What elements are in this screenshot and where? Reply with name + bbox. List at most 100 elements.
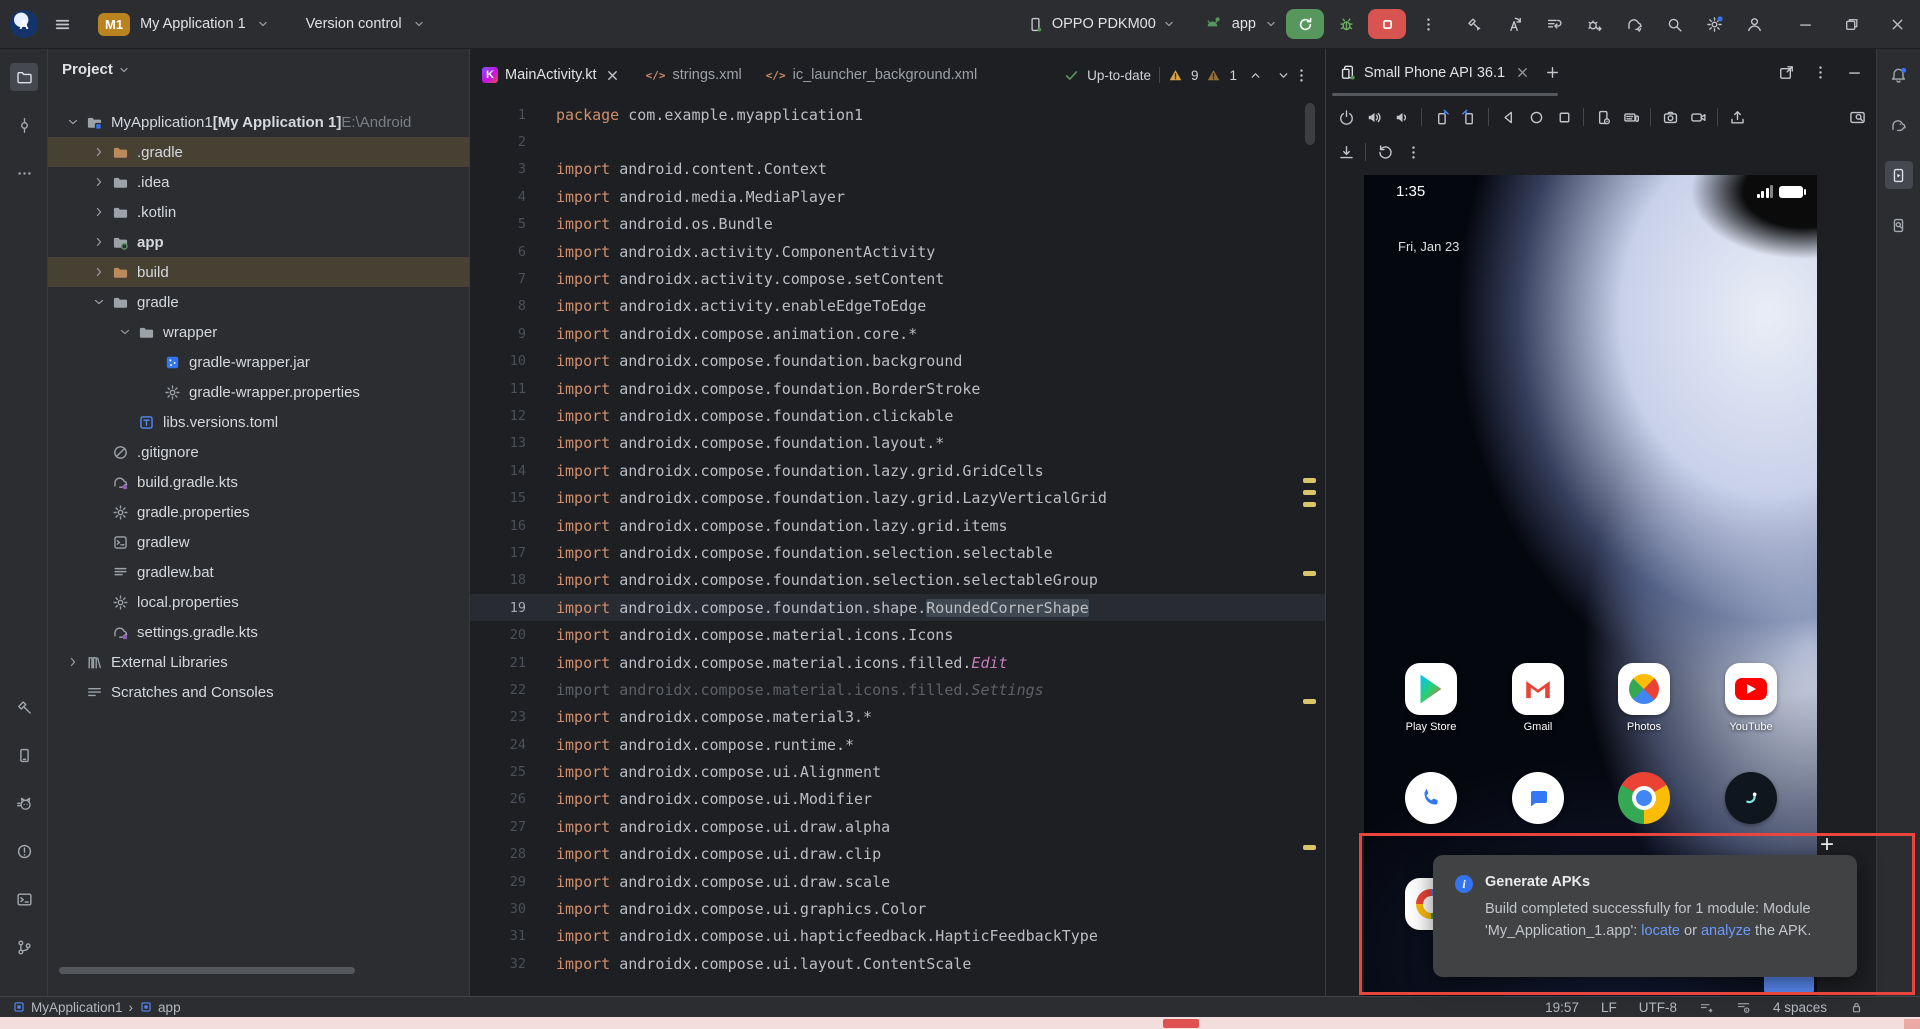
open-in-window-icon[interactable] <box>1772 59 1800 87</box>
notifications-icon[interactable] <box>1885 61 1913 89</box>
code-line[interactable]: 25 import androidx.compose.ui.Alignment <box>470 758 1325 785</box>
search-everywhere-icon[interactable] <box>1660 10 1688 38</box>
code-line[interactable]: 4 import android.media.MediaPlayer <box>470 183 1325 210</box>
add-device-tab-icon[interactable] <box>1538 59 1566 87</box>
version-control-icon[interactable] <box>10 933 38 961</box>
hardware-input-icon[interactable] <box>1617 103 1645 131</box>
volume-up-icon[interactable] <box>1360 103 1388 131</box>
code-line[interactable]: 31 import androidx.compose.ui.hapticfeedb… <box>470 923 1325 950</box>
tree-row[interactable]: .gitignore <box>48 437 469 467</box>
code-line[interactable]: 20 import androidx.compose.material.icons… <box>470 621 1325 648</box>
device-tab[interactable]: Small Phone API 36.1 <box>1334 59 1538 87</box>
code-line[interactable]: 11 import androidx.compose.foundation.Bor… <box>470 375 1325 402</box>
device-settings-icon[interactable] <box>1589 103 1617 131</box>
readonly-icon[interactable] <box>1849 1000 1864 1015</box>
tree-row[interactable]: local.properties <box>48 587 469 617</box>
code-line[interactable]: 28 import androidx.compose.ui.draw.clip <box>470 841 1325 868</box>
code-line[interactable]: 5 import android.os.Bundle <box>470 211 1325 238</box>
gradle-sync-icon[interactable] <box>1620 10 1648 38</box>
editor-tab[interactable]: </> strings.xml <box>634 49 754 101</box>
editor-tab[interactable]: </> ic_launcher_background.xml <box>754 49 989 101</box>
tree-chevron-icon[interactable] <box>62 651 84 673</box>
editor-scrollbar-thumb[interactable] <box>1305 103 1315 145</box>
more-kebab-icon[interactable] <box>1399 138 1427 166</box>
screenshot-icon[interactable] <box>1656 103 1684 131</box>
home-icon[interactable] <box>1522 103 1550 131</box>
code-line[interactable]: 1 package com.example.myapplication1 <box>470 101 1325 128</box>
rerun-button[interactable] <box>1286 9 1324 39</box>
warning-stripe-mark[interactable] <box>1303 845 1316 850</box>
apply-changes-icon[interactable] <box>1500 10 1528 38</box>
minimize-icon[interactable] <box>1782 4 1828 44</box>
code-line[interactable]: 21 import androidx.compose.material.icons… <box>470 649 1325 676</box>
tab-scrollbar[interactable] <box>1332 93 1558 96</box>
tree-chevron-icon[interactable] <box>114 321 136 343</box>
messages-app-icon[interactable] <box>1512 772 1564 824</box>
code-line[interactable]: 27 import androidx.compose.ui.draw.alpha <box>470 813 1325 840</box>
youtube-icon[interactable]: YouTube <box>1725 663 1777 733</box>
tree-row[interactable]: wrapper <box>48 317 469 347</box>
back-icon[interactable] <box>1494 103 1522 131</box>
tree-chevron-icon[interactable] <box>88 141 110 163</box>
build-run-icon[interactable] <box>1460 10 1488 38</box>
code-line[interactable]: 12 import androidx.compose.foundation.cli… <box>470 402 1325 429</box>
hide-panel-icon[interactable] <box>1840 59 1868 87</box>
warning-stripe-mark[interactable] <box>1303 478 1316 483</box>
tree-row[interactable]: settings.gradle.kts <box>48 617 469 647</box>
settings-icon[interactable] <box>1700 10 1728 38</box>
main-menu-icon[interactable] <box>48 10 76 38</box>
download-icon[interactable] <box>1332 138 1360 166</box>
tree-row[interactable]: build <box>48 257 469 287</box>
logcat-icon[interactable] <box>10 789 38 817</box>
device-selector[interactable]: OPPO PDKM00 <box>1026 10 1176 38</box>
warning-stripe-mark[interactable] <box>1303 502 1316 507</box>
warning-stripe-mark[interactable] <box>1303 571 1316 576</box>
volume-down-icon[interactable] <box>1388 103 1416 131</box>
breadcrumb-item[interactable]: app <box>139 1000 181 1015</box>
code-line[interactable]: 29 import androidx.compose.ui.draw.scale <box>470 868 1325 895</box>
tree-row[interactable]: gradle-wrapper.jar <box>48 347 469 377</box>
code-line[interactable]: 17 import androidx.compose.foundation.sel… <box>470 539 1325 566</box>
dark-swirl-app-icon[interactable] <box>1725 772 1777 824</box>
commit-icon[interactable] <box>10 111 38 139</box>
code-line[interactable]: 3 import android.content.Context <box>470 156 1325 183</box>
status-utf-8[interactable]: UTF-8 <box>1639 1000 1677 1015</box>
tree-row[interactable]: gradle <box>48 287 469 317</box>
zoom-icon[interactable] <box>1843 103 1871 131</box>
more-icon[interactable] <box>10 159 38 187</box>
inspection-widget[interactable]: Up-to-date 9 1 <box>1058 57 1299 93</box>
play-store-icon[interactable]: Play Store <box>1405 663 1457 733</box>
chevron-down-icon[interactable] <box>412 17 426 31</box>
chevron-down-icon[interactable] <box>1264 17 1278 31</box>
run-config-selector[interactable]: app <box>1232 16 1256 32</box>
code-line[interactable]: 18 import androidx.compose.foundation.sel… <box>470 567 1325 594</box>
overview-icon[interactable] <box>1550 103 1578 131</box>
rotate-left-icon[interactable] <box>1427 103 1455 131</box>
phone-app-icon[interactable] <box>1405 772 1457 824</box>
stop-button[interactable] <box>1368 9 1406 39</box>
status-4-spaces[interactable]: 4 spaces <box>1773 1000 1827 1015</box>
reset-icon[interactable] <box>1371 138 1399 166</box>
status-lf[interactable]: LF <box>1601 1000 1617 1015</box>
tree-row[interactable]: MyApplication1 [My Application 1] E:\And… <box>48 107 469 137</box>
line-separator-icon[interactable] <box>1699 1000 1714 1015</box>
project-view-selector[interactable]: Project <box>62 61 113 78</box>
panel-options-icon[interactable] <box>1806 59 1834 87</box>
code-line[interactable]: 26 import androidx.compose.ui.Modifier <box>470 786 1325 813</box>
code-line[interactable]: 9 import androidx.compose.animation.core.… <box>470 320 1325 347</box>
device-manager-icon[interactable] <box>10 741 38 769</box>
debug-button[interactable] <box>1332 10 1360 38</box>
code-line[interactable]: 15 import androidx.compose.foundation.laz… <box>470 484 1325 511</box>
code-line[interactable]: 14 import androidx.compose.foundation.laz… <box>470 457 1325 484</box>
code-line[interactable]: 2 <box>470 128 1325 155</box>
code-line[interactable]: 13 import androidx.compose.foundation.lay… <box>470 430 1325 457</box>
indent-settings-icon[interactable] <box>1736 1000 1751 1015</box>
tree-chevron-icon[interactable] <box>62 111 84 133</box>
device-explorer-icon[interactable] <box>1885 211 1913 239</box>
tree-chevron-icon[interactable] <box>88 261 110 283</box>
prev-problem-icon[interactable] <box>1245 61 1265 89</box>
tree-row[interactable]: .gradle <box>48 137 469 167</box>
editor-tab[interactable]: K MainActivity.kt <box>470 49 634 101</box>
code-line[interactable]: 16 import androidx.compose.foundation.laz… <box>470 512 1325 539</box>
tree-chevron-icon[interactable] <box>88 231 110 253</box>
